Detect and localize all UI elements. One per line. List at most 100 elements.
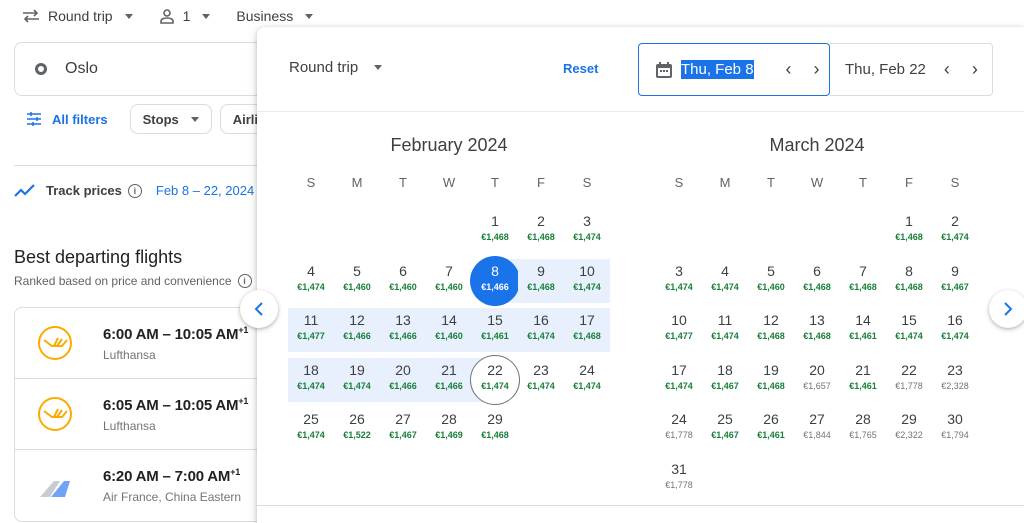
- calendar-day[interactable]: 15 €1,461: [472, 308, 518, 353]
- day-price: €1,469: [435, 430, 463, 441]
- day-number: 1: [491, 213, 499, 229]
- calendar-day[interactable]: 25 €1,467: [702, 407, 748, 451]
- day-number: 2: [951, 213, 959, 229]
- calendar-day[interactable]: 20 €1,466: [380, 357, 426, 402]
- calendar-day[interactable]: 12 €1,466: [334, 308, 380, 353]
- flight-row[interactable]: 6:05 AM – 10:05 AM+1 Lufthansa: [15, 379, 273, 450]
- caret-down-icon: [202, 13, 211, 19]
- calendar-day[interactable]: 3 €1,474: [564, 209, 610, 253]
- flight-row[interactable]: 6:20 AM – 7:00 AM+1 Air France, China Ea…: [15, 450, 273, 521]
- calendar-day[interactable]: 24 €1,474: [564, 358, 610, 402]
- calendar-day[interactable]: 18 €1,467: [702, 358, 748, 402]
- calendar-day[interactable]: 13 €1,466: [380, 308, 426, 353]
- calendar-day[interactable]: 6 €1,460: [380, 259, 426, 303]
- calendar-day[interactable]: 22 €1,778: [886, 358, 932, 402]
- filter-chip-stops[interactable]: Stops: [129, 104, 212, 134]
- calendar-day[interactable]: 23 €1,474: [518, 358, 564, 402]
- calendar-day[interactable]: 4 €1,474: [702, 259, 748, 303]
- calendar-day[interactable]: 5 €1,460: [748, 259, 794, 303]
- calendar-day[interactable]: 26 €1,522: [334, 407, 380, 451]
- calendar-day[interactable]: 29 €1,468: [472, 407, 518, 451]
- calendar-day[interactable]: 6 €1,468: [794, 259, 840, 303]
- calendar-day[interactable]: 9 €1,467: [932, 259, 978, 303]
- day-number: 18: [303, 361, 319, 378]
- calendar-day[interactable]: 8 €1,468: [886, 259, 932, 303]
- previous-day-button[interactable]: ‹: [778, 59, 800, 81]
- calendar-day[interactable]: 25 €1,474: [288, 407, 334, 451]
- calendar-day[interactable]: 14 €1,460: [426, 308, 472, 353]
- calendar-day[interactable]: 16 €1,474: [518, 308, 564, 353]
- calendar-day[interactable]: 18 €1,474: [288, 357, 334, 402]
- day-price: €1,468: [803, 281, 831, 292]
- calendar-day[interactable]: 11 €1,474: [702, 308, 748, 352]
- calendar-day[interactable]: 21 €1,461: [840, 358, 886, 402]
- day-price: €1,468: [757, 380, 785, 391]
- calendar-day[interactable]: 13 €1,468: [794, 308, 840, 352]
- calendar-day[interactable]: 9 €1,468: [518, 258, 564, 303]
- passengers-select[interactable]: 1: [159, 8, 211, 24]
- calendar-day[interactable]: 8 €1,466: [470, 255, 520, 306]
- reset-button[interactable]: Reset: [563, 61, 598, 76]
- track-prices-dates: Feb 8 – 22, 2024: [155, 183, 255, 198]
- calendar-day[interactable]: 17 €1,474: [656, 358, 702, 402]
- next-day-button[interactable]: ›: [964, 59, 986, 81]
- calendar-day[interactable]: 11 €1,477: [288, 308, 334, 353]
- flight-row[interactable]: 6:00 AM – 10:05 AM+1 Lufthansa: [15, 308, 273, 379]
- empty-cell: [748, 209, 794, 253]
- calendar-day[interactable]: 14 €1,461: [840, 308, 886, 352]
- calendar-day[interactable]: 21 €1,466: [426, 357, 472, 402]
- cabin-class-select[interactable]: Business: [236, 8, 314, 24]
- calendar-day[interactable]: 23 €2,328: [932, 358, 978, 402]
- all-filters-button[interactable]: All filters: [26, 112, 108, 127]
- trip-type-select[interactable]: Round trip: [22, 8, 133, 24]
- calendar-day[interactable]: 10 €1,474: [564, 258, 610, 303]
- calendar-day[interactable]: 1 €1,468: [472, 209, 518, 253]
- search-options: Round trip 1 Business: [22, 8, 339, 24]
- calendar-day[interactable]: 2 €1,474: [932, 209, 978, 253]
- calendar-day[interactable]: 15 €1,474: [886, 308, 932, 352]
- calendar-day[interactable]: 3 €1,474: [656, 259, 702, 303]
- calendar-week: 31 €1,778: [656, 457, 978, 507]
- weekday-header: F: [537, 175, 545, 190]
- calendar-day[interactable]: 10 €1,477: [656, 308, 702, 352]
- calendar-day[interactable]: 19 €1,468: [748, 358, 794, 402]
- chip-label: Stops: [142, 111, 179, 127]
- previous-month-button[interactable]: [240, 290, 278, 328]
- calendar-day[interactable]: 27 €1,844: [794, 407, 840, 451]
- calendar-day[interactable]: 4 €1,474: [288, 259, 334, 303]
- previous-day-button[interactable]: ‹: [936, 59, 958, 81]
- calendar-day[interactable]: 22 €1,474: [470, 354, 520, 405]
- calendar-day[interactable]: 29 €2,322: [886, 407, 932, 451]
- calendar-day[interactable]: 24 €1,778: [656, 407, 702, 451]
- calendar-day[interactable]: 1 €1,468: [886, 209, 932, 253]
- calendar-day[interactable]: 26 €1,461: [748, 407, 794, 451]
- next-month-button[interactable]: [989, 290, 1024, 328]
- day-number: 4: [721, 262, 729, 279]
- calendar-day[interactable]: 28 €1,765: [840, 407, 886, 451]
- day-number: 17: [671, 361, 687, 378]
- calendar-day[interactable]: 28 €1,469: [426, 407, 472, 451]
- tune-icon: [27, 112, 41, 126]
- calendar-day[interactable]: 5 €1,460: [334, 259, 380, 303]
- info-icon[interactable]: i: [237, 274, 252, 288]
- departure-date-input[interactable]: Thu, Feb 8 ‹ ›: [638, 43, 830, 96]
- calendar-day[interactable]: 12 €1,468: [748, 308, 794, 352]
- calendar-day[interactable]: 7 €1,460: [426, 259, 472, 303]
- day-number: 28: [855, 411, 871, 428]
- calendar-day[interactable]: 7 €1,468: [840, 259, 886, 303]
- day-price: €1,460: [435, 281, 463, 292]
- calendar-day[interactable]: 30 €1,794: [932, 407, 978, 451]
- calendar-day[interactable]: 2 €1,468: [518, 209, 564, 253]
- next-day-button[interactable]: ›: [806, 59, 828, 81]
- calendar-day[interactable]: 27 €1,467: [380, 407, 426, 451]
- calendar-day[interactable]: 19 €1,474: [334, 357, 380, 402]
- return-date-input[interactable]: Thu, Feb 22 ‹ ›: [830, 43, 993, 96]
- calendar-day[interactable]: 31 €1,778: [656, 457, 702, 501]
- calendar-day[interactable]: 20 €1,657: [794, 358, 840, 402]
- calendar-day[interactable]: 16 €1,474: [932, 308, 978, 352]
- info-icon[interactable]: i: [127, 183, 142, 198]
- day-number: 15: [901, 312, 917, 329]
- dialog-trip-type-select[interactable]: Round trip: [289, 59, 383, 76]
- day-price: €1,461: [481, 331, 509, 342]
- calendar-day[interactable]: 17 €1,468: [564, 308, 610, 353]
